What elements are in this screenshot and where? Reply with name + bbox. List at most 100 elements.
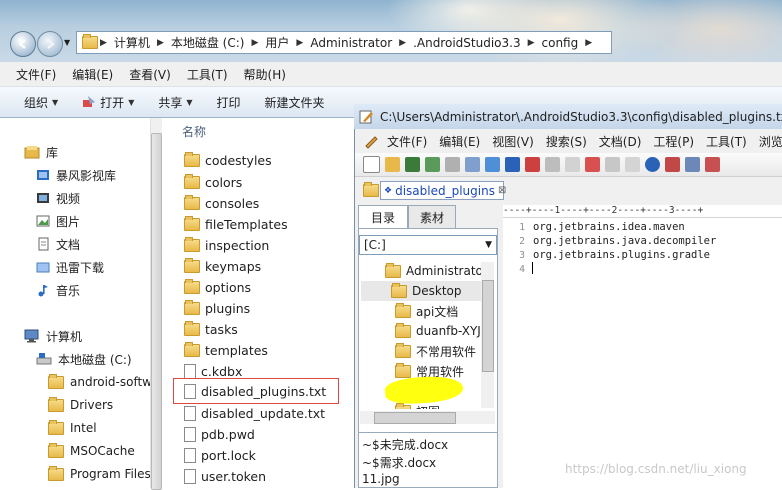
nav-item-videos[interactable]: 视频	[36, 188, 80, 208]
file-item-selected[interactable]: disabled_plugins.txt	[184, 381, 326, 402]
nav-library[interactable]: 库	[24, 142, 58, 162]
tree-item[interactable]: api文档	[395, 301, 458, 321]
editor-menu-file[interactable]: 文件(F)	[381, 133, 433, 150]
view-icon[interactable]	[505, 157, 520, 172]
folder-item[interactable]: keymaps	[184, 256, 261, 277]
close-tab-icon[interactable]: ⊠	[498, 185, 506, 196]
folder-item[interactable]: consoles	[184, 193, 259, 214]
new-folder-button[interactable]: 新建文件夹	[253, 94, 337, 111]
new-file-icon[interactable]	[363, 156, 380, 173]
print-button[interactable]: 打印	[205, 94, 253, 111]
breadcrumb-item[interactable]: Administrator	[305, 32, 397, 53]
editor-menu-project[interactable]: 工程(P)	[647, 133, 700, 150]
folder-item[interactable]: options	[184, 277, 251, 298]
organize-button[interactable]: 组织 ▼	[0, 94, 70, 111]
open-button[interactable]: 打开 ▼	[70, 94, 146, 111]
file-item[interactable]: user.token	[184, 466, 266, 487]
back-button[interactable]	[10, 31, 36, 57]
share-button[interactable]: 共享 ▼	[146, 94, 204, 111]
folder-item[interactable]: fileTemplates	[184, 214, 288, 235]
file-item[interactable]: disabled_update.txt	[184, 403, 325, 424]
tree-item[interactable]: duanfb-XYJ	[395, 321, 481, 341]
tree-scrollbar-thumb[interactable]	[482, 280, 494, 372]
list-item[interactable]: ~$需求.docx	[362, 454, 436, 471]
print-icon[interactable]	[445, 157, 460, 172]
nav-computer[interactable]: 计算机	[24, 326, 82, 346]
tree-item-selected[interactable]: Desktop	[361, 281, 481, 301]
address-bar[interactable]: ▶ 计算机 ▶ 本地磁盘 (C:) ▶ 用户 ▶ Administrator ▶…	[76, 31, 612, 54]
tree-hscroll-thumb[interactable]	[374, 412, 456, 424]
file-item[interactable]: port.lock	[184, 445, 256, 466]
breadcrumb-item[interactable]: 本地磁盘 (C:)	[166, 32, 250, 53]
nav-scrollbar-thumb[interactable]	[151, 133, 162, 490]
editor-menu-browse[interactable]: 浏览	[753, 133, 782, 150]
history-dropdown[interactable]: ▼	[64, 38, 70, 47]
column-header-name[interactable]: 名称	[182, 123, 206, 140]
breadcrumb-item[interactable]: .AndroidStudio3.3	[408, 32, 526, 53]
nav-item-baofeng[interactable]: 暴风影视库	[36, 165, 116, 185]
document-tab[interactable]: ❖ disabled_plugins ⊠	[380, 181, 506, 200]
breadcrumb-item[interactable]: 计算机	[109, 32, 155, 53]
nav-folder[interactable]: Intel	[48, 418, 97, 438]
tab-material[interactable]: 素材	[408, 205, 456, 228]
exit-icon[interactable]	[705, 157, 720, 172]
copy-icon[interactable]	[545, 157, 560, 172]
menu-file[interactable]: 文件(F)	[0, 66, 64, 83]
cut-icon[interactable]	[525, 157, 540, 172]
open-folder-icon[interactable]	[385, 157, 400, 172]
folder-item[interactable]: templates	[184, 340, 268, 361]
code-line[interactable]: 2 org.jetbrains.java.decompiler	[503, 234, 716, 248]
folder-icon[interactable]	[363, 181, 379, 197]
nav-folder[interactable]: Program Files	[48, 464, 151, 484]
code-line[interactable]: 4	[503, 262, 533, 276]
editor-menu-view[interactable]: 视图(V)	[486, 133, 540, 150]
menu-view[interactable]: 查看(V)	[121, 66, 179, 83]
folder-item[interactable]: inspection	[184, 235, 269, 256]
nav-item-documents[interactable]: 文档	[36, 234, 80, 254]
find-icon[interactable]	[645, 157, 660, 172]
delete-icon[interactable]	[585, 157, 600, 172]
folder-item[interactable]: tasks	[184, 319, 238, 340]
save-icon[interactable]	[405, 157, 420, 172]
tree-item[interactable]: Administrato	[385, 261, 483, 281]
tree-vertical-scrollbar[interactable]	[481, 262, 494, 408]
tree-horizontal-scrollbar[interactable]	[360, 411, 495, 424]
tab-directory[interactable]: 目录	[358, 205, 408, 228]
nav-drive-c[interactable]: 本地磁盘 (C:)	[36, 349, 132, 369]
editor-menu-edit[interactable]: 编辑(E)	[433, 133, 486, 150]
replace-icon[interactable]	[665, 157, 680, 172]
folder-item[interactable]: plugins	[184, 298, 250, 319]
redo-icon[interactable]	[625, 157, 640, 172]
code-line[interactable]: 1 org.jetbrains.idea.maven	[503, 220, 684, 234]
paste-icon[interactable]	[565, 157, 580, 172]
file-item[interactable]: pdb.pwd	[184, 424, 255, 445]
nav-item-music[interactable]: 音乐	[36, 280, 80, 300]
save-all-icon[interactable]	[425, 157, 440, 172]
editor-menu-document[interactable]: 文档(D)	[593, 133, 648, 150]
nav-item-thunder[interactable]: 迅雷下载	[36, 257, 104, 277]
breadcrumb-item[interactable]: config	[537, 32, 584, 53]
undo-icon[interactable]	[605, 157, 620, 172]
list-item[interactable]: ~$未完成.docx	[362, 436, 448, 453]
folder-icon	[184, 321, 200, 336]
folder-item[interactable]: colors	[184, 172, 242, 193]
folder-item[interactable]: codestyles	[184, 150, 272, 171]
forward-button[interactable]	[37, 31, 63, 57]
tree-item[interactable]: 不常用软件	[395, 341, 484, 361]
print-preview-icon[interactable]	[465, 157, 480, 172]
nav-folder[interactable]: Drivers	[48, 395, 113, 415]
menu-help[interactable]: 帮助(H)	[236, 66, 294, 83]
editor-menu-search[interactable]: 搜索(S)	[540, 133, 593, 150]
nav-folder[interactable]: android-softw	[48, 372, 152, 392]
list-item[interactable]: 11.jpg	[362, 472, 400, 489]
nav-folder[interactable]: MSOCache	[48, 441, 135, 461]
editor-menu-tools[interactable]: 工具(T)	[700, 133, 753, 150]
code-line[interactable]: 3 org.jetbrains.plugins.gradle	[503, 248, 710, 262]
settings-icon[interactable]	[685, 157, 700, 172]
nav-item-pictures[interactable]: 图片	[36, 211, 80, 231]
breadcrumb-item[interactable]: 用户	[260, 32, 294, 53]
menu-tools[interactable]: 工具(T)	[179, 66, 236, 83]
menu-edit[interactable]: 编辑(E)	[64, 66, 121, 83]
spellcheck-icon[interactable]	[485, 157, 500, 172]
drive-select[interactable]: [C:] ▼	[359, 235, 497, 255]
